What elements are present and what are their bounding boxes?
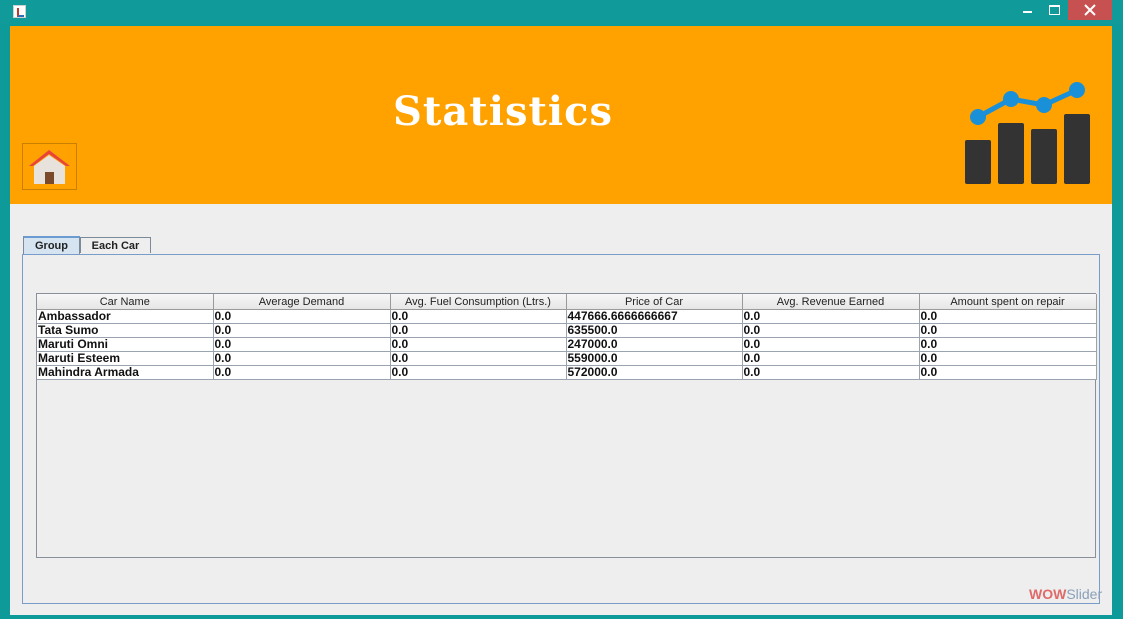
bar-line-chart-icon	[965, 82, 1090, 184]
table-cell[interactable]: 0.0	[212, 323, 391, 338]
java-coffee-icon	[13, 5, 26, 18]
close-icon	[1084, 4, 1096, 16]
tab-each-car[interactable]: Each Car	[80, 237, 151, 253]
column-header[interactable]: Avg. Revenue Earned	[741, 294, 920, 310]
table-cell[interactable]: Maruti Omni	[37, 337, 214, 352]
table-cell[interactable]: 447666.6666666667	[565, 309, 743, 324]
table-row[interactable]: Mahindra Armada 0.0 0.0 572000.0 0.0 0.0	[37, 365, 1097, 380]
table-cell[interactable]: Mahindra Armada	[37, 365, 214, 380]
table-cell[interactable]: 559000.0	[565, 351, 743, 366]
table-cell[interactable]: 0.0	[918, 365, 1097, 380]
table-cell[interactable]: Tata Sumo	[37, 323, 214, 338]
table-row[interactable]: Ambassador 0.0 0.0 447666.6666666667 0.0…	[37, 309, 1097, 324]
page-title: Statistics	[392, 88, 614, 135]
table-cell[interactable]: 0.0	[741, 323, 920, 338]
minimize-button[interactable]	[1016, 0, 1040, 20]
home-button[interactable]	[22, 143, 77, 190]
table-cell[interactable]: 0.0	[741, 351, 920, 366]
table-cell[interactable]: 0.0	[212, 309, 391, 324]
statistics-table[interactable]: Car Name Average Demand Avg. Fuel Consum…	[36, 293, 1097, 558]
table-cell[interactable]: 0.0	[212, 337, 391, 352]
table-cell[interactable]: 0.0	[918, 337, 1097, 352]
table-row[interactable]: Maruti Omni 0.0 0.0 247000.0 0.0 0.0	[37, 337, 1097, 352]
table-cell[interactable]: Ambassador	[37, 309, 214, 324]
table-cell[interactable]: 0.0	[741, 309, 920, 324]
table-cell[interactable]: 0.0	[389, 309, 567, 324]
column-header[interactable]: Average Demand	[212, 294, 391, 310]
table-cell[interactable]: Maruti Esteem	[37, 351, 214, 366]
table-cell[interactable]: 635500.0	[565, 323, 743, 338]
table-cell[interactable]: 0.0	[918, 323, 1097, 338]
table-cell[interactable]: 0.0	[212, 365, 391, 380]
table-cell[interactable]: 0.0	[918, 309, 1097, 324]
table-cell[interactable]: 0.0	[918, 351, 1097, 366]
main-frame: Statistics Group Each Car Car Name Avera…	[10, 26, 1112, 615]
table-row[interactable]: Tata Sumo 0.0 0.0 635500.0 0.0 0.0	[37, 323, 1097, 338]
table-cell[interactable]: 0.0	[741, 337, 920, 352]
close-button[interactable]	[1068, 0, 1112, 20]
table-cell[interactable]: 0.0	[389, 365, 567, 380]
table-cell[interactable]: 0.0	[741, 365, 920, 380]
table-cell[interactable]: 0.0	[389, 323, 567, 338]
tab-group[interactable]: Group	[23, 236, 80, 254]
table-cell[interactable]: 0.0	[212, 351, 391, 366]
column-header[interactable]: Price of Car	[565, 294, 743, 310]
header-banner: Statistics	[10, 26, 1112, 204]
column-header[interactable]: Avg. Fuel Consumption (Ltrs.)	[389, 294, 567, 310]
column-header[interactable]: Amount spent on repair	[918, 294, 1097, 310]
maximize-button[interactable]	[1042, 0, 1066, 20]
table-cell[interactable]: 0.0	[389, 337, 567, 352]
column-header[interactable]: Car Name	[37, 294, 214, 310]
window-titlebar	[0, 0, 1123, 24]
table-cell[interactable]: 247000.0	[565, 337, 743, 352]
table-header-row: Car Name Average Demand Avg. Fuel Consum…	[37, 294, 1097, 310]
house-icon	[29, 150, 70, 184]
wowslider-watermark: WOWSlider	[1029, 586, 1103, 602]
table-cell[interactable]: 0.0	[389, 351, 567, 366]
table-cell[interactable]: 572000.0	[565, 365, 743, 380]
table-row[interactable]: Maruti Esteem 0.0 0.0 559000.0 0.0 0.0	[37, 351, 1097, 366]
